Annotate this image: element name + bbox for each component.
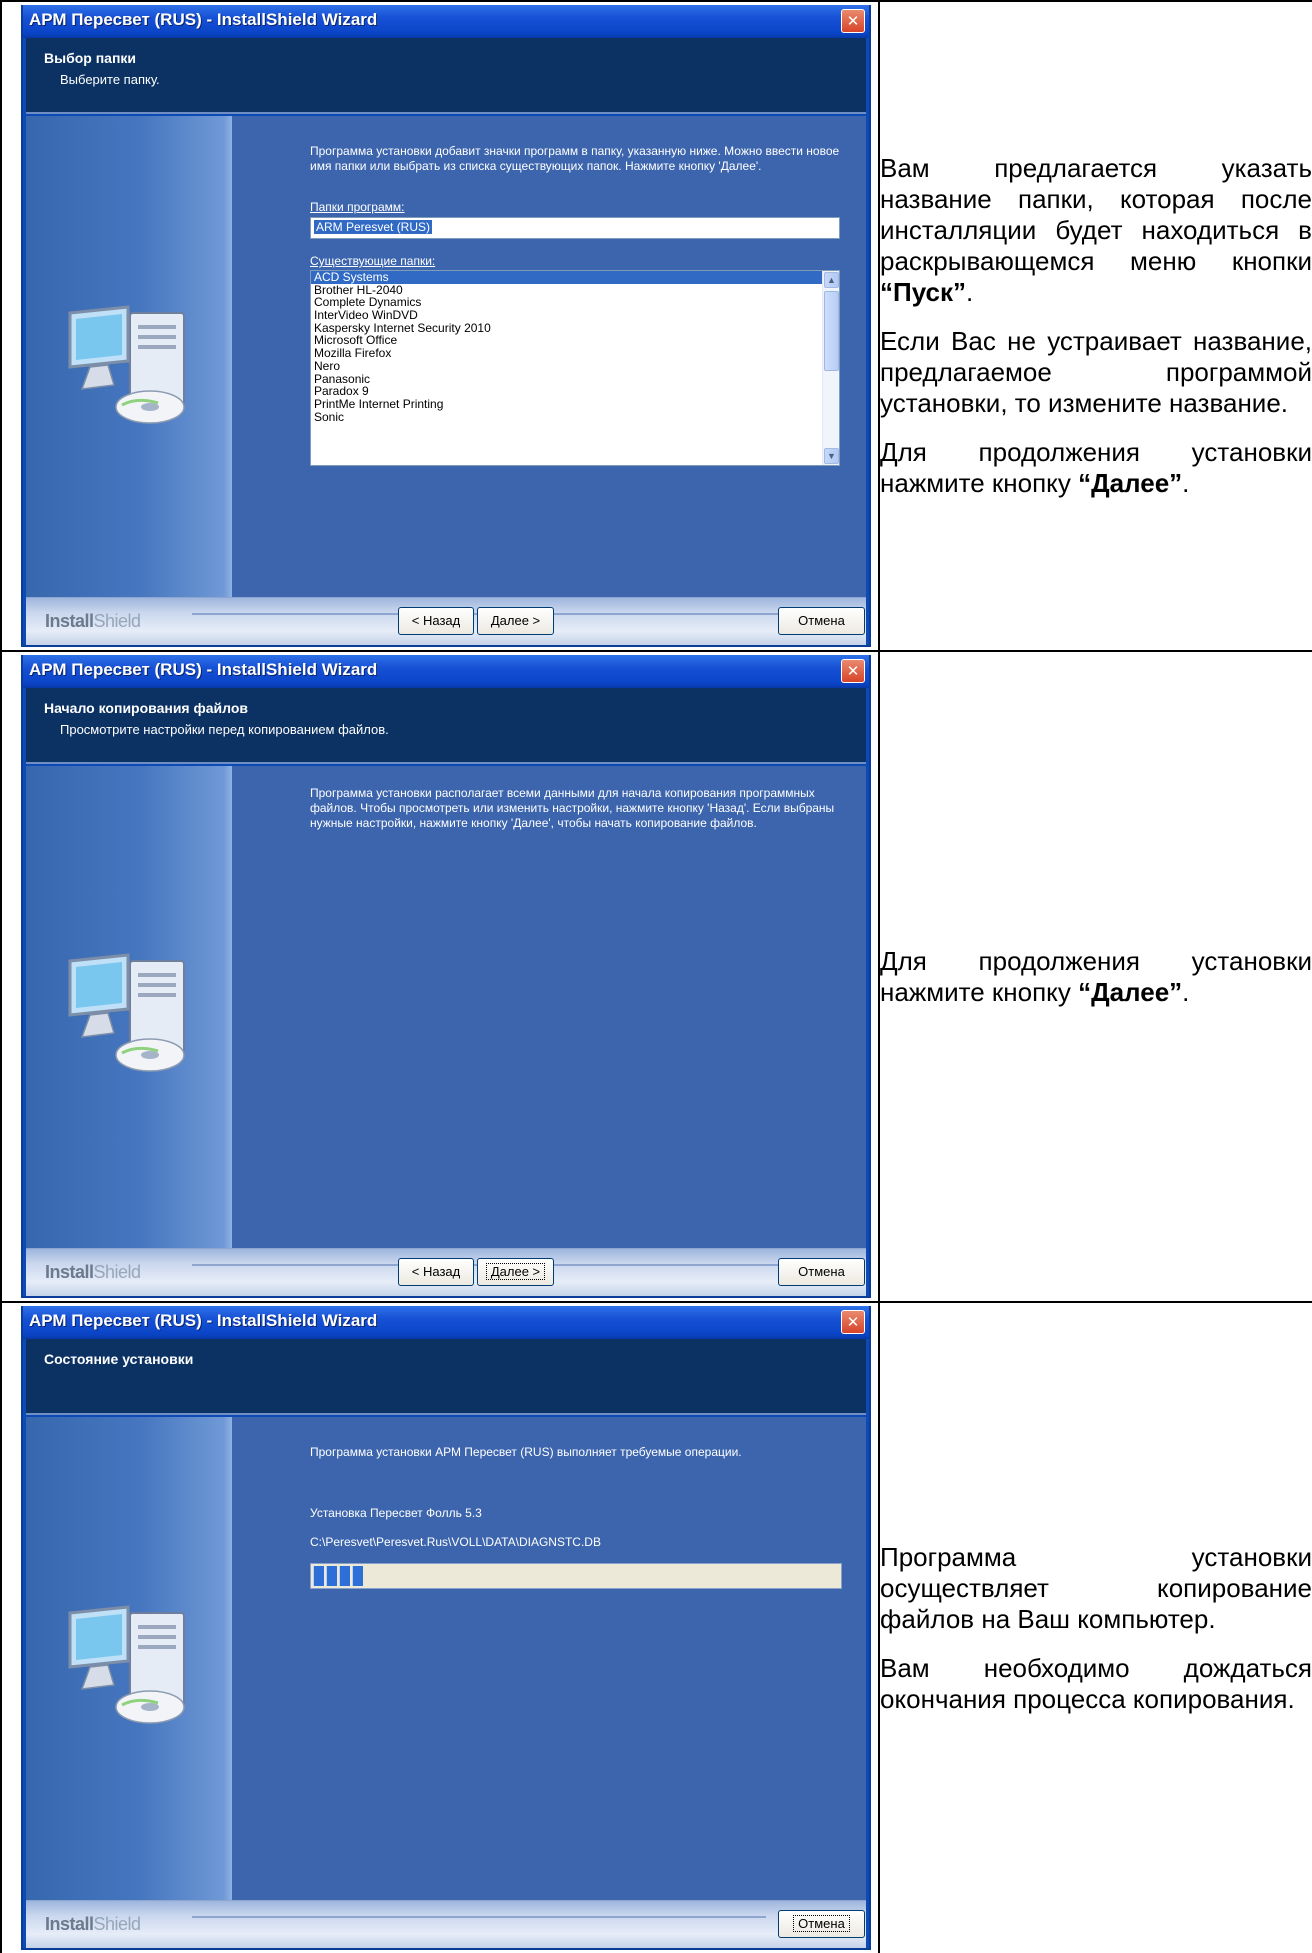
desc-paragraph-2: Вам необходимо дождаться окончания проце… — [880, 1652, 1312, 1714]
existing-folders-items: ACD Systems Brother HL-2040 Complete Dynam… — [311, 271, 839, 423]
row-folder-selection: АРМ Пересвет (RUS) - InstallShield Wizar… — [0, 0, 1312, 652]
existing-folders-label: Существующие папки: — [310, 254, 436, 268]
description-cell: Вам предлагается указать название папки,… — [878, 0, 1312, 652]
header-title: Состояние установки — [44, 1351, 194, 1367]
back-button[interactable]: < Назад — [398, 1258, 474, 1286]
footer-divider — [192, 1916, 766, 1918]
close-icon[interactable]: ✕ — [841, 659, 865, 683]
computer-icon — [68, 1605, 185, 1724]
progress-segment — [326, 1566, 337, 1586]
program-folder-input[interactable]: ARM Peresvet (RUS) — [310, 217, 840, 239]
desc-paragraph-1: Для продолжения установки нажмите кнопку… — [880, 945, 1312, 1007]
description-cell: Для продолжения установки нажмите кнопку… — [878, 650, 1312, 1303]
wizard-header: Начало копирования файлов Просмотрите на… — [26, 688, 866, 764]
list-item[interactable]: Panasonic — [311, 372, 839, 386]
installshield-logo: InstallShield — [45, 611, 141, 631]
list-item[interactable]: Paradox 9 — [311, 385, 839, 398]
wizard-body: Программа установки располагает всеми да… — [26, 766, 866, 1248]
header-subtitle: Просмотрите настройки перед копированием… — [60, 722, 389, 737]
screenshot-cell: АРМ Пересвет (RUS) - InstallShield Wizar… — [0, 0, 880, 652]
back-button[interactable]: < Назад — [398, 607, 474, 635]
list-item[interactable]: ACD Systems — [311, 271, 839, 284]
existing-folders-list[interactable]: ACD Systems Brother HL-2040 Complete Dynam… — [310, 270, 840, 466]
installshield-logo: InstallShield — [45, 1914, 141, 1934]
content-area: Программа установки добавит значки прогр… — [310, 116, 840, 597]
screenshot-cell: АРМ Пересвет (RUS) - InstallShield Wizar… — [0, 650, 880, 1303]
list-item[interactable]: Mozilla Firefox — [311, 347, 839, 360]
row-start-copying: АРМ Пересвет (RUS) - InstallShield Wizar… — [0, 650, 1312, 1303]
progress-segment — [339, 1566, 350, 1586]
wizard-footer: InstallShield < Назад Далее > Отмена — [26, 597, 866, 645]
wizard-window: АРМ Пересвет (RUS) - InstallShield Wizar… — [21, 655, 871, 1298]
desc-paragraph-2: Если Вас не устраивает название, предлаг… — [880, 326, 1312, 418]
list-scrollbar[interactable]: ▲ ▼ — [822, 271, 839, 465]
wizard-footer: InstallShield < Назад Далее > Отмена — [26, 1248, 866, 1296]
desc-paragraph-3: Для продолжения установки нажмите кнопку… — [880, 437, 1312, 498]
content-area: Программа установки АРМ Пересвет (RUS) в… — [310, 1417, 842, 1900]
installshield-logo: InstallShield — [45, 1262, 141, 1282]
next-button[interactable]: Далее > — [477, 1258, 554, 1286]
content-area: Программа установки располагает всеми да… — [310, 766, 840, 1248]
left-banner — [26, 766, 232, 1248]
progress-segment — [352, 1566, 363, 1586]
list-item[interactable]: InterVideo WinDVD — [311, 309, 839, 322]
cancel-button[interactable]: Отмена — [778, 607, 865, 635]
list-item[interactable]: PrintMe Internet Printing — [311, 398, 839, 411]
desc-paragraph-1: Программа установки осуществляет копиров… — [880, 1541, 1312, 1634]
intro-text: Программа установки располагает всеми да… — [310, 786, 835, 830]
status-line: Установка Пересвет Фолль 5.3 — [310, 1506, 482, 1520]
wizard-header: Состояние установки — [26, 1339, 866, 1415]
window-title: АРМ Пересвет (RUS) - InstallShield Wizar… — [29, 660, 378, 679]
wizard-window: АРМ Пересвет (RUS) - InstallShield Wizar… — [21, 5, 871, 647]
screenshot-cell: АРМ Пересвет (RUS) - InstallShield Wizar… — [0, 1301, 880, 1953]
scroll-up-icon[interactable]: ▲ — [824, 272, 839, 288]
list-item[interactable]: Nero — [311, 360, 839, 373]
row-install-status: АРМ Пересвет (RUS) - InstallShield Wizar… — [0, 1301, 1312, 1953]
intro-text: Программа установки АРМ Пересвет (RUS) в… — [310, 1445, 742, 1459]
window-title: АРМ Пересвет (RUS) - InstallShield Wizar… — [29, 10, 378, 29]
title-bar[interactable]: АРМ Пересвет (RUS) - InstallShield Wizar… — [23, 5, 869, 38]
header-title: Выбор папки — [44, 50, 137, 66]
cancel-button[interactable]: Отмена — [778, 1910, 865, 1938]
program-folder-label: Папки программ: — [310, 200, 405, 214]
scroll-thumb[interactable] — [824, 291, 839, 371]
current-file-path: C:\Peresvet\Peresvet.Rus\VOLL\DATA\DIAGN… — [310, 1535, 601, 1549]
wizard-footer: InstallShield Отмена — [26, 1900, 866, 1948]
program-folder-value: ARM Peresvet (RUS) — [314, 220, 433, 234]
header-subtitle: Выберите папку. — [60, 72, 160, 87]
header-title: Начало копирования файлов — [44, 700, 248, 716]
computer-icon — [68, 305, 185, 424]
wizard-body: Программа установки добавит значки прогр… — [26, 116, 866, 597]
window-title: АРМ Пересвет (RUS) - InstallShield Wizar… — [29, 1311, 378, 1330]
title-bar[interactable]: АРМ Пересвет (RUS) - InstallShield Wizar… — [23, 655, 869, 688]
description-cell: Программа установки осуществляет копиров… — [878, 1301, 1312, 1953]
next-button[interactable]: Далее > — [477, 607, 554, 635]
wizard-header: Выбор папки Выберите папку. — [26, 38, 866, 114]
left-banner — [26, 1417, 232, 1900]
close-icon[interactable]: ✕ — [841, 1310, 865, 1334]
instruction-table: АРМ Пересвет (RUS) - InstallShield Wizar… — [0, 0, 1312, 1953]
left-banner — [26, 116, 232, 597]
title-bar[interactable]: АРМ Пересвет (RUS) - InstallShield Wizar… — [23, 1306, 869, 1339]
close-icon[interactable]: ✕ — [841, 9, 865, 33]
progress-fill — [313, 1566, 839, 1586]
desc-paragraph-1: Вам предлагается указать название папки,… — [880, 153, 1312, 307]
wizard-window: АРМ Пересвет (RUS) - InstallShield Wizar… — [21, 1306, 871, 1950]
cancel-button[interactable]: Отмена — [778, 1258, 865, 1286]
computer-icon — [68, 953, 185, 1072]
progress-segment — [313, 1566, 324, 1586]
scroll-down-icon[interactable]: ▼ — [824, 448, 839, 464]
wizard-body: Программа установки АРМ Пересвет (RUS) в… — [26, 1417, 866, 1900]
list-item[interactable]: Sonic — [311, 410, 839, 424]
intro-text: Программа установки добавит значки прогр… — [310, 144, 840, 173]
install-progress-bar — [310, 1563, 842, 1589]
